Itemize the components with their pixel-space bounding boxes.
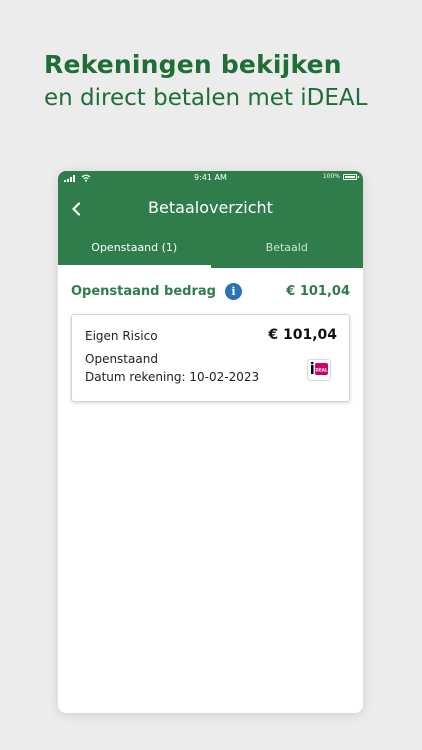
phone-screen: 9:41 AM 100% Betaaloverzicht Openstaand …	[58, 171, 363, 713]
outstanding-summary: Openstaand bedrag i € 101,04	[71, 268, 350, 314]
battery-percent: 100%	[322, 173, 340, 180]
status-right: 100%	[322, 173, 359, 180]
main-content: Openstaand bedrag i € 101,04 Eigen Risic…	[58, 268, 363, 402]
invoice-amount: € 101,04	[268, 327, 337, 343]
tab-bar: Openstaand (1) Betaald	[58, 235, 363, 268]
page-title: Betaaloverzicht	[148, 198, 273, 217]
tab-openstaand[interactable]: Openstaand (1)	[58, 235, 211, 268]
status-bar: 9:41 AM 100%	[58, 171, 363, 185]
app-header: 9:41 AM 100% Betaaloverzicht Openstaand …	[58, 171, 363, 268]
status-time: 9:41 AM	[194, 173, 227, 182]
promo-headline: Rekeningen bekijken en direct betalen me…	[44, 48, 367, 114]
info-icon[interactable]: i	[224, 282, 242, 300]
promo-headline-line2: en direct betalen met iDEAL	[44, 85, 368, 111]
navigation-bar: Betaaloverzicht	[58, 185, 363, 235]
invoice-title: Eigen Risico	[85, 329, 158, 343]
outstanding-amount: € 101,04	[286, 283, 350, 299]
invoice-date: Datum rekening: 10-02-2023	[85, 370, 260, 384]
invoice-card[interactable]: Eigen Risico € 101,04 Openstaand Datum r…	[71, 314, 350, 402]
ideal-icon[interactable]: DEAL	[307, 359, 331, 381]
outstanding-label: Openstaand bedrag	[71, 283, 216, 299]
svg-text:DEAL: DEAL	[315, 368, 328, 373]
promo-headline-line1: Rekeningen bekijken	[44, 50, 342, 79]
invoice-status: Openstaand	[85, 352, 158, 366]
battery-icon	[343, 173, 359, 180]
tab-betaald[interactable]: Betaald	[211, 235, 364, 268]
